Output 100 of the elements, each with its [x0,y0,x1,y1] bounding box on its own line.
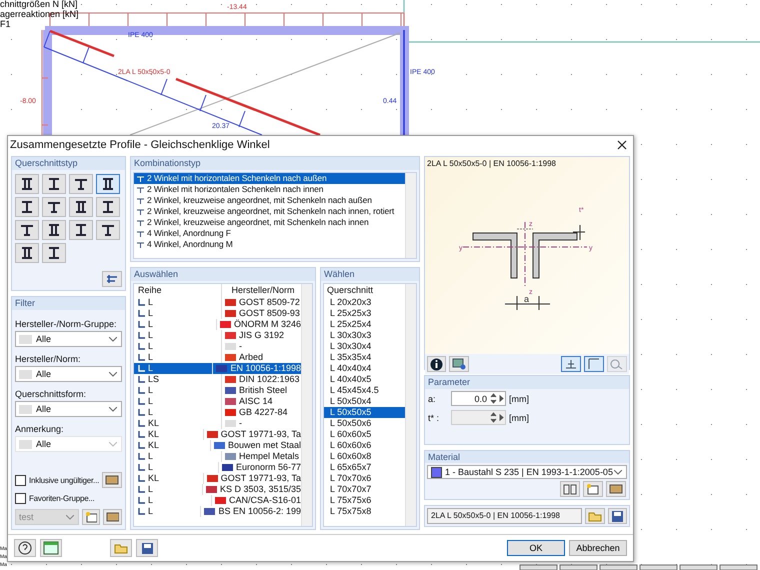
section-type-button[interactable] [42,197,66,217]
status-button[interactable] [640,564,678,570]
list-item[interactable]: L 25x25x3 [324,308,405,319]
list-item[interactable]: 2 Winkel, kreuzweise angeordnet, mit Schenkeln nach innen [134,217,405,228]
section-type-button[interactable] [42,243,66,263]
section-type-button[interactable] [15,174,39,194]
section-type-button[interactable] [15,220,39,240]
status-button[interactable] [560,564,598,570]
ok-button[interactable]: OK [507,540,565,556]
list-item[interactable]: L 35x35x4 [324,352,405,363]
list-item[interactable]: L 75x75x8 [324,506,405,517]
library-button[interactable] [560,481,580,497]
list-item[interactable]: L 60x60x5 [324,429,405,440]
help-button[interactable] [14,539,36,557]
table-row[interactable]: L EN 10056-1:1998 [134,363,301,374]
table-row[interactable]: L GB 4227-84 [134,407,301,418]
close-icon[interactable] [617,140,627,150]
list-item[interactable]: L 20x20x3 [324,297,405,308]
table-row[interactable]: L KS D 3503, 3515/35 [134,484,301,495]
number-field[interactable]: 0.0 [451,391,506,406]
section-type-button[interactable] [96,197,120,217]
column-header[interactable]: Querschnitt [324,284,374,297]
section-type-button[interactable] [15,197,39,217]
list-item[interactable]: L 70x70x7 [324,484,405,495]
table-row[interactable]: L British Steel [134,385,301,396]
table-row[interactable]: L - [134,341,301,352]
list-item[interactable]: 2 Winkel mit horizontalen Schenkeln nach innen [134,184,405,195]
edit-button[interactable] [606,481,626,497]
list-item[interactable]: L 60x60x8 [324,451,405,462]
table-row[interactable]: KL GOST 19771-93, Ta [134,429,301,440]
list-item[interactable]: L 65x65x7 [324,462,405,473]
calculator-button[interactable] [40,539,62,557]
list-item[interactable]: L 70x70x6 [324,473,405,484]
section-type-button[interactable] [69,197,93,217]
list-item[interactable]: L 50x50x5 [324,407,405,418]
table-row[interactable]: L ÖNORM M 3246 [134,319,301,330]
table-row[interactable]: L Euronorm 56-77 [134,462,301,473]
list-item[interactable]: 2 Winkel mit horizontalen Schenkeln nach außen [134,173,405,184]
column-header[interactable]: Hersteller/Norm [222,284,301,297]
list-item[interactable]: 4 Winkel, Anordnung M [134,239,405,250]
section-type-button[interactable] [96,220,120,240]
open-button[interactable] [585,508,605,524]
section-type-button[interactable] [15,243,39,263]
scrollbar[interactable] [405,173,416,258]
checkbox[interactable] [15,474,26,486]
edit-button[interactable] [102,472,122,488]
scrollbar[interactable] [405,284,416,526]
section-type-button[interactable] [42,220,66,240]
table-row[interactable]: L AISC 14 [134,396,301,407]
checkbox[interactable] [15,493,26,504]
name-field[interactable]: 2LA L 50x50x5-0 | EN 10056-1:1998 [427,508,582,524]
table-row[interactable]: L GOST 8509-72 [134,297,301,308]
table-row[interactable]: LS DIN 1022:1963 [134,374,301,385]
new-button[interactable] [583,481,603,497]
list-item[interactable]: L 50x50x6 [324,418,405,429]
section-type-button[interactable] [42,174,66,194]
status-button[interactable] [680,564,718,570]
list-item[interactable]: L 40x40x4 [324,363,405,374]
save-button[interactable] [608,508,627,524]
spinner-icon[interactable] [489,393,505,404]
filter-dropdown[interactable]: Alle [15,366,122,382]
table-row[interactable]: KL GOST 19771-93, Ta [134,473,301,484]
view-toggle-button[interactable] [561,356,581,372]
section-type-button[interactable] [69,220,93,240]
material-dropdown[interactable]: 1 - Baustahl S 235 | EN 1993-1-1:2005-05 [427,465,627,479]
filter-dropdown[interactable]: Alle [15,331,122,347]
edit-button[interactable] [103,509,122,525]
list-item[interactable]: L 25x25x4 [324,319,405,330]
cancel-button[interactable]: Abbrechen [569,540,627,556]
scrollbar[interactable] [301,284,312,526]
open-button[interactable] [110,539,132,557]
new-button[interactable] [82,509,100,525]
status-button[interactable] [720,564,758,570]
info-button[interactable] [427,356,446,372]
list-item[interactable]: 2 Winkel, kreuzweise angeordnet, mit Schenkeln nach außen [134,195,405,206]
list-item[interactable]: L 45x45x4.5 [324,385,405,396]
list-item[interactable]: L 75x75x6 [324,495,405,506]
properties-button[interactable] [449,356,469,372]
table-row[interactable]: KL Bouwen met Staal [134,440,301,451]
table-row[interactable]: L BS EN 10056-2: 199 [134,506,301,517]
list-item[interactable]: L 50x50x4 [324,396,405,407]
status-button[interactable] [520,564,558,570]
table-row[interactable]: L JIS G 3192 [134,330,301,341]
favorites-button[interactable] [102,271,122,287]
table-row[interactable]: L GOST 8509-93 [134,308,301,319]
section-type-button[interactable] [96,174,120,194]
table-row[interactable]: L Hempel Metals [134,451,301,462]
list-item[interactable]: L 30x30x4 [324,341,405,352]
column-header[interactable]: Reihe [134,284,222,297]
section-type-button[interactable] [69,174,93,194]
list-item[interactable]: L 60x60x6 [324,440,405,451]
table-row[interactable]: L CAN/CSA-S16-01 [134,495,301,506]
status-button[interactable] [600,564,638,570]
list-item[interactable]: L 40x40x5 [324,374,405,385]
list-item[interactable]: 2 Winkel, kreuzweise angeordnet, mit Schenkeln nach innen, rotiert [134,206,405,217]
list-item[interactable]: L 30x30x3 [324,330,405,341]
filter-dropdown[interactable]: Alle [15,401,122,417]
save-button[interactable] [136,539,158,557]
view-toggle-button[interactable] [584,356,604,372]
list-item[interactable]: 4 Winkel, Anordnung F [134,228,405,239]
